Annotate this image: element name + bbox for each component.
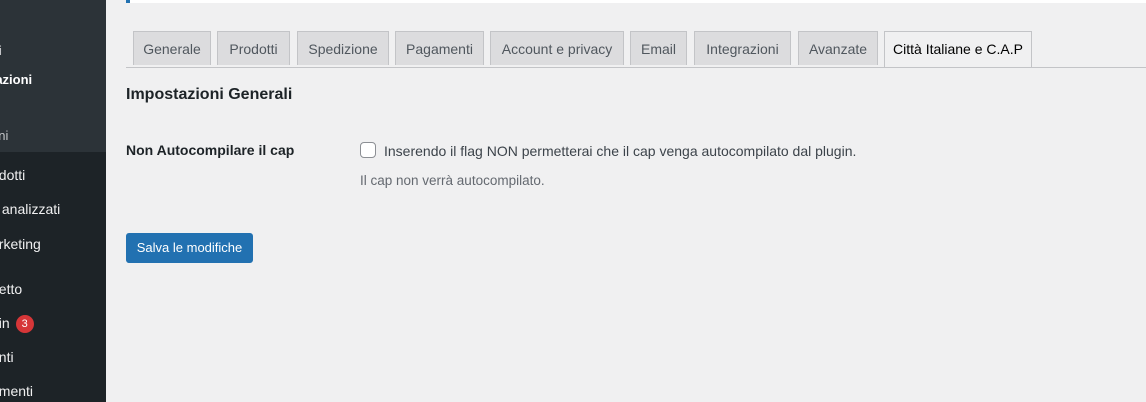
tab-integrazioni[interactable]: Integrazioni — [694, 31, 791, 65]
sidebar-item-utenti[interactable]: enti — [0, 347, 14, 367]
top-notice-bar — [126, 0, 1146, 3]
settings-tabs: Generale Prodotti Spedizione Pagamenti A… — [126, 31, 1146, 68]
sidebar-subitem-report[interactable]: rti — [0, 41, 2, 61]
tab-pagamenti[interactable]: Pagamenti — [395, 31, 484, 65]
section-title: Impostazioni Generali — [126, 86, 293, 103]
sidebar-subitem-estensioni[interactable]: oni — [0, 126, 8, 146]
sidebar-item-plugin[interactable]: gin3 — [0, 313, 34, 333]
tab-account-privacy[interactable]: Account e privacy — [490, 31, 624, 65]
tab-prodotti[interactable]: Prodotti — [217, 31, 290, 65]
setting-label: Non Autocompilare il cap — [126, 142, 295, 158]
tab-spedizione[interactable]: Spedizione — [297, 31, 389, 65]
field-description: Il cap non verrà autocompilato. — [360, 173, 545, 188]
sidebar-item-aspetto[interactable]: petto — [0, 279, 22, 299]
tab-email[interactable]: Email — [630, 31, 687, 65]
sidebar-item-strumenti[interactable]: umenti — [0, 381, 33, 401]
tab-avanzate[interactable]: Avanzate — [798, 31, 878, 65]
sidebar-item-analytics[interactable]: ti analizzati — [0, 199, 60, 219]
non-autocompilare-checkbox[interactable] — [360, 142, 376, 158]
admin-sidebar: rti tazioni oni odotti ti analizzati ark… — [0, 0, 106, 402]
sidebar-item-marketing[interactable]: arketing — [0, 234, 41, 254]
save-button[interactable]: Salva le modifiche — [126, 233, 253, 263]
tab-generale[interactable]: Generale — [133, 31, 211, 65]
notice-accent — [126, 0, 130, 3]
sidebar-subitem-impostazioni[interactable]: tazioni — [0, 70, 32, 90]
tab-citta-italiane-cap[interactable]: Città Italiane e C.A.P — [884, 31, 1032, 67]
checkbox-label[interactable]: Inserendo il flag NON permetterai che il… — [384, 141, 856, 161]
sidebar-item-prodotti[interactable]: odotti — [0, 165, 25, 185]
plugin-update-badge: 3 — [15, 315, 34, 333]
